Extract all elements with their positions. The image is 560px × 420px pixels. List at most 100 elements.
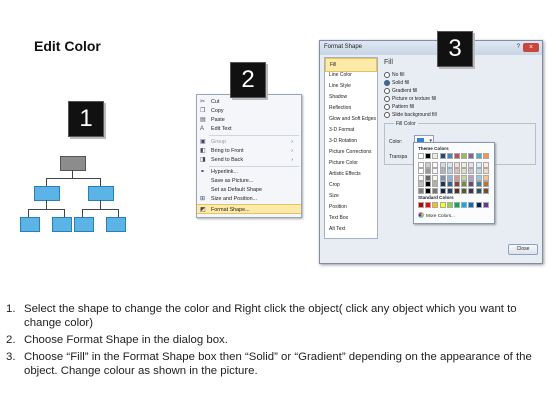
theme-color-swatch[interactable]: [439, 174, 446, 181]
theme-color-swatch[interactable]: [418, 174, 424, 181]
connector: [100, 178, 101, 186]
help-icon[interactable]: ?: [517, 44, 520, 50]
menu-item-size-and-position[interactable]: ⊞ Size and Position...: [197, 194, 301, 204]
org-leaf-shape[interactable]: [106, 217, 126, 232]
theme-color-swatch[interactable]: [454, 161, 460, 168]
theme-color-swatch[interactable]: [482, 187, 489, 194]
theme-color-swatch[interactable]: [432, 161, 439, 168]
theme-color-swatch[interactable]: [439, 187, 446, 194]
theme-color-swatch[interactable]: [468, 174, 475, 181]
radio-picture-fill[interactable]: Picture or texture fill: [384, 95, 504, 103]
theme-color-swatch[interactable]: [425, 181, 432, 187]
standard-color-swatch[interactable]: [418, 202, 424, 208]
size-position-icon: ⊞: [200, 196, 206, 202]
standard-color-swatch[interactable]: [454, 202, 460, 208]
theme-color-swatch[interactable]: [425, 161, 432, 168]
standard-color-swatch[interactable]: [425, 202, 432, 208]
standard-color-swatch[interactable]: [432, 202, 439, 208]
theme-colors-heading: Theme Colors: [418, 146, 449, 151]
theme-color-swatch[interactable]: [468, 187, 475, 194]
connector: [82, 209, 83, 217]
theme-color-swatch[interactable]: [454, 174, 460, 181]
org-leaf-shape[interactable]: [74, 217, 94, 232]
menu-item-send-to-back[interactable]: ◨ Send to Back ›: [197, 155, 301, 165]
standard-color-swatch[interactable]: [461, 202, 468, 208]
theme-color-swatch[interactable]: [461, 153, 468, 159]
theme-color-swatch[interactable]: [475, 161, 482, 168]
theme-color-swatch[interactable]: [439, 168, 446, 174]
standard-color-swatch[interactable]: [482, 202, 489, 208]
theme-color-swatch[interactable]: [454, 168, 460, 174]
theme-color-swatch[interactable]: [446, 174, 453, 181]
theme-color-swatch[interactable]: [454, 181, 460, 187]
standard-color-swatch[interactable]: [446, 202, 453, 208]
theme-color-swatch[interactable]: [418, 187, 424, 194]
theme-color-swatch[interactable]: [461, 181, 468, 187]
connector: [82, 209, 118, 210]
theme-color-swatch[interactable]: [439, 153, 446, 159]
org-leaf-shape[interactable]: [52, 217, 72, 232]
theme-color-swatch[interactable]: [425, 168, 432, 174]
theme-color-swatch[interactable]: [468, 161, 475, 168]
theme-color-swatch[interactable]: [482, 181, 489, 187]
standard-color-swatch[interactable]: [439, 202, 446, 208]
theme-color-swatch[interactable]: [482, 161, 489, 168]
color-palette: Theme Colors Standard Colors More Colors…: [413, 142, 495, 224]
theme-color-swatch[interactable]: [468, 181, 475, 187]
theme-color-swatch[interactable]: [425, 187, 432, 194]
theme-color-swatch[interactable]: [475, 153, 482, 159]
radio-gradient-fill[interactable]: Gradient fill: [384, 87, 504, 95]
org-top-shape[interactable]: [60, 156, 86, 171]
standard-color-swatch[interactable]: [475, 202, 482, 208]
theme-color-swatch[interactable]: [475, 181, 482, 187]
theme-color-swatch[interactable]: [418, 181, 424, 187]
theme-color-swatch[interactable]: [461, 168, 468, 174]
theme-color-swatch[interactable]: [482, 168, 489, 174]
theme-color-swatch[interactable]: [468, 153, 475, 159]
theme-color-swatch[interactable]: [468, 168, 475, 174]
theme-color-swatch[interactable]: [439, 181, 446, 187]
theme-color-swatch[interactable]: [461, 161, 468, 168]
category-alt-text[interactable]: Alt Text: [325, 223, 377, 235]
theme-color-swatch[interactable]: [454, 187, 460, 194]
theme-color-swatch[interactable]: [482, 153, 489, 159]
theme-color-swatch[interactable]: [418, 153, 424, 159]
theme-color-swatch[interactable]: [432, 153, 439, 159]
theme-color-swatch[interactable]: [461, 187, 468, 194]
theme-color-swatch[interactable]: [461, 174, 468, 181]
theme-color-swatch[interactable]: [432, 168, 439, 174]
org-leaf-shape[interactable]: [20, 217, 40, 232]
radio-slide-background-fill[interactable]: Slide background fill: [384, 111, 504, 119]
theme-color-swatch[interactable]: [432, 174, 439, 181]
theme-color-swatch[interactable]: [446, 187, 453, 194]
theme-color-swatch[interactable]: [475, 174, 482, 181]
theme-color-swatch[interactable]: [432, 187, 439, 194]
close-icon[interactable]: ×: [523, 43, 539, 52]
theme-color-swatch[interactable]: [482, 174, 489, 181]
radio-solid-fill[interactable]: Solid fill: [384, 79, 504, 87]
menu-item-edit-text[interactable]: A Edit Text: [197, 124, 301, 134]
menu-item-format-shape[interactable]: ◩ Format Shape...: [197, 204, 301, 214]
more-colors-link[interactable]: More Colors...: [426, 213, 455, 218]
theme-color-swatch[interactable]: [425, 153, 432, 159]
theme-color-swatch[interactable]: [446, 153, 453, 159]
send-back-icon: ◨: [200, 157, 206, 163]
theme-color-swatch[interactable]: [418, 161, 424, 168]
theme-color-swatch[interactable]: [454, 153, 460, 159]
close-button[interactable]: Close: [508, 244, 538, 255]
theme-color-swatch[interactable]: [475, 168, 482, 174]
org-mid-shape-left[interactable]: [34, 186, 60, 201]
org-mid-shape-right[interactable]: [88, 186, 114, 201]
radio-pattern-fill[interactable]: Pattern fill: [384, 103, 504, 111]
theme-color-swatch[interactable]: [439, 161, 446, 168]
theme-color-swatch[interactable]: [446, 168, 453, 174]
theme-color-swatch[interactable]: [418, 168, 424, 174]
dialog-titlebar[interactable]: Format Shape ? ×: [320, 41, 542, 55]
theme-color-swatch[interactable]: [446, 161, 453, 168]
theme-color-swatch[interactable]: [446, 181, 453, 187]
theme-color-swatch[interactable]: [432, 181, 439, 187]
radio-no-fill[interactable]: No fill: [384, 71, 504, 79]
theme-color-swatch[interactable]: [475, 187, 482, 194]
standard-color-swatch[interactable]: [468, 202, 475, 208]
theme-color-swatch[interactable]: [425, 174, 432, 181]
